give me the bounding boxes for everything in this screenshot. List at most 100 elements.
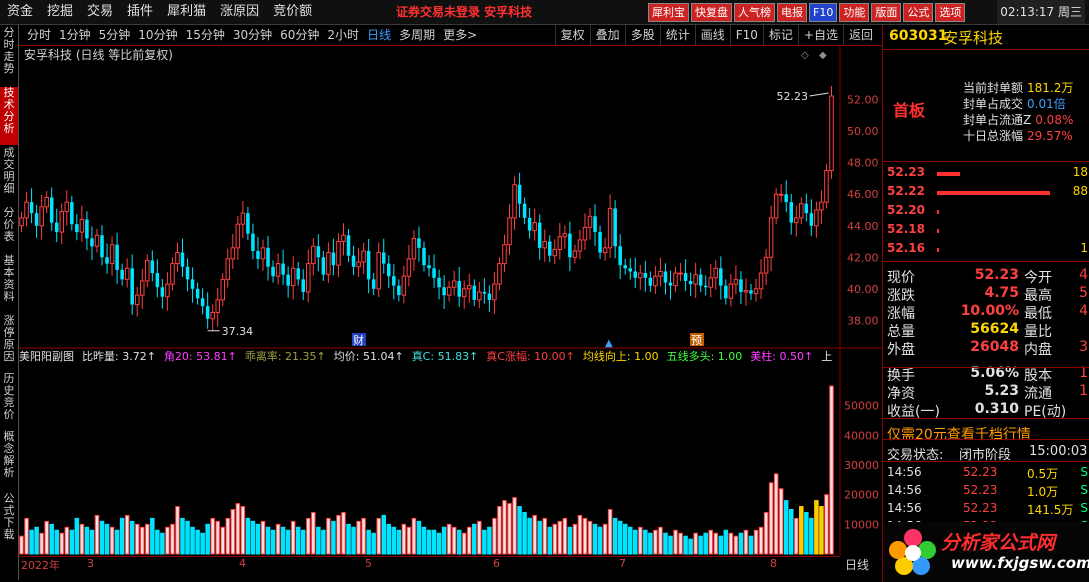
menu-item-5[interactable]: 涨原因 [213,0,266,24]
quote-label: 涨跌 [887,288,915,304]
tool-button-7[interactable]: +自选 [797,25,843,45]
date-tick: 8 [770,557,777,570]
volume-bar [391,526,397,555]
volume-bar [275,523,281,555]
tool-button-2[interactable]: 多股 [624,25,660,45]
tool-button-6[interactable]: 标记 [762,25,798,45]
kline-chart[interactable]: 52.00 50.00 48.00 46.00 44.00 42.00 40.00 38.00… [19,46,882,556]
quote-label: 现价 [887,270,915,286]
left-tab-5[interactable]: 涨停原因 [0,315,18,371]
stock-header: 603031 安孚科技 [883,25,1089,50]
left-tab-6[interactable]: 历史竞价 [0,373,18,429]
volume-bar [788,509,794,555]
period-tab-10[interactable]: 更多> [439,25,481,45]
left-tab-1[interactable]: 技术分析 [0,87,18,145]
candle [804,193,809,222]
left-tab-8[interactable]: 公式下载 [0,493,18,553]
feature-button-8[interactable]: 选项 [935,3,966,22]
volume-axis-label: 20000 [844,489,879,502]
period-tab-8[interactable]: 日线 [363,25,395,45]
candle [799,197,804,225]
panel-divider [883,418,1089,419]
candle [809,199,814,236]
volume-bar [119,517,125,555]
volume-bar [160,532,165,555]
left-tab-2[interactable]: 成交明细 [0,147,18,205]
volume-bar [743,529,749,555]
period-tab-5[interactable]: 30分钟 [229,25,276,45]
menu-item-3[interactable]: 插件 [120,0,160,24]
left-tab-bar: 分时走势技术分析成交明细分价表基本资料涨停原因历史竞价概念解析公式下载 [0,25,19,580]
candle [54,208,59,243]
volume-bar [517,506,522,555]
indicator-value-10: 上 [821,350,833,363]
quote-value: 56624 [970,321,1019,337]
quote-label: 涨幅 [887,306,915,322]
volume-bar [245,517,251,555]
candle [115,232,119,284]
candle [673,266,678,292]
candle [79,205,85,243]
settings-diamond-icon[interactable]: ◆ [819,50,827,61]
menu-item-0[interactable]: 资金 [0,0,40,24]
period-tab-6[interactable]: 60分钟 [276,25,323,45]
candle [286,266,290,298]
indicator-value-3: 乖离率: 21.35↑ [244,350,326,363]
feature-button-1[interactable]: 快复盘 [691,3,732,22]
candle [59,203,65,245]
menu-item-1[interactable]: 挖掘 [40,0,80,24]
period-tab-9[interactable]: 多周期 [395,25,439,45]
menu-item-6[interactable]: 竞价额 [266,0,319,24]
candle [246,206,250,240]
candle [170,257,175,291]
left-tab-4[interactable]: 基本资料 [0,255,18,313]
feature-button-0[interactable]: 犀利宝 [648,3,689,22]
tool-button-3[interactable]: 统计 [659,25,695,45]
diamond-icon[interactable]: ◇ [801,50,809,61]
candle [467,273,472,303]
feature-button-3[interactable]: 电报 [777,3,807,22]
feature-button-5[interactable]: 功能 [839,3,870,22]
period-tab-7[interactable]: 2小时 [323,25,363,45]
period-tab-2[interactable]: 5分钟 [95,25,135,45]
bid-volume: 1 [1080,241,1088,255]
candle [829,85,834,179]
seal-stat-value: 181.2万 [1027,81,1074,95]
candle [271,260,275,283]
candle [210,304,215,331]
left-tab-0[interactable]: 分时走势 [0,27,18,85]
bid-price: 52.22 [887,184,925,198]
feature-button-4[interactable]: F10 [809,3,838,22]
candle [749,284,753,300]
depth-promo-link[interactable]: 仅需20元查看千档行情 [887,424,1031,444]
left-tab-7[interactable]: 概念解析 [0,431,18,491]
menu-item-2[interactable]: 交易 [80,0,120,24]
candle [763,249,769,286]
volume-bar [587,520,593,555]
volume-bar [799,506,804,555]
period-tab-4[interactable]: 15分钟 [182,25,229,45]
price-axis-label: 46.00 [847,188,879,201]
volume-bar [678,532,683,555]
tool-button-4[interactable]: 画线 [694,25,730,45]
tool-button-0[interactable]: 复权 [554,25,590,45]
left-tab-3[interactable]: 分价表 [0,207,18,253]
tool-button-8[interactable]: 返回 [842,25,878,45]
period-tab-1[interactable]: 1分钟 [55,25,95,45]
feature-button-7[interactable]: 公式 [903,3,934,22]
candle [165,272,170,311]
forecast-marker-icon[interactable]: 预 [690,333,704,347]
tool-button-5[interactable]: F10 [729,25,763,45]
bid-level-row: 52.16 1 [887,241,1089,259]
finance-marker-icon[interactable]: 财 [352,333,366,347]
feature-button-6[interactable]: 版面 [871,3,902,22]
period-tab-0[interactable]: 分时 [23,25,55,45]
quote-row: 净资 5.23 流通 1 [887,383,1089,402]
feature-button-2[interactable]: 人气榜 [734,3,775,22]
candle [668,270,673,300]
period-tab-3[interactable]: 10分钟 [134,25,181,45]
menu-item-4[interactable]: 犀利猫 [160,0,213,24]
tool-button-1[interactable]: 叠加 [589,25,625,45]
volume-bar [557,520,563,555]
volume-bar [185,520,190,555]
